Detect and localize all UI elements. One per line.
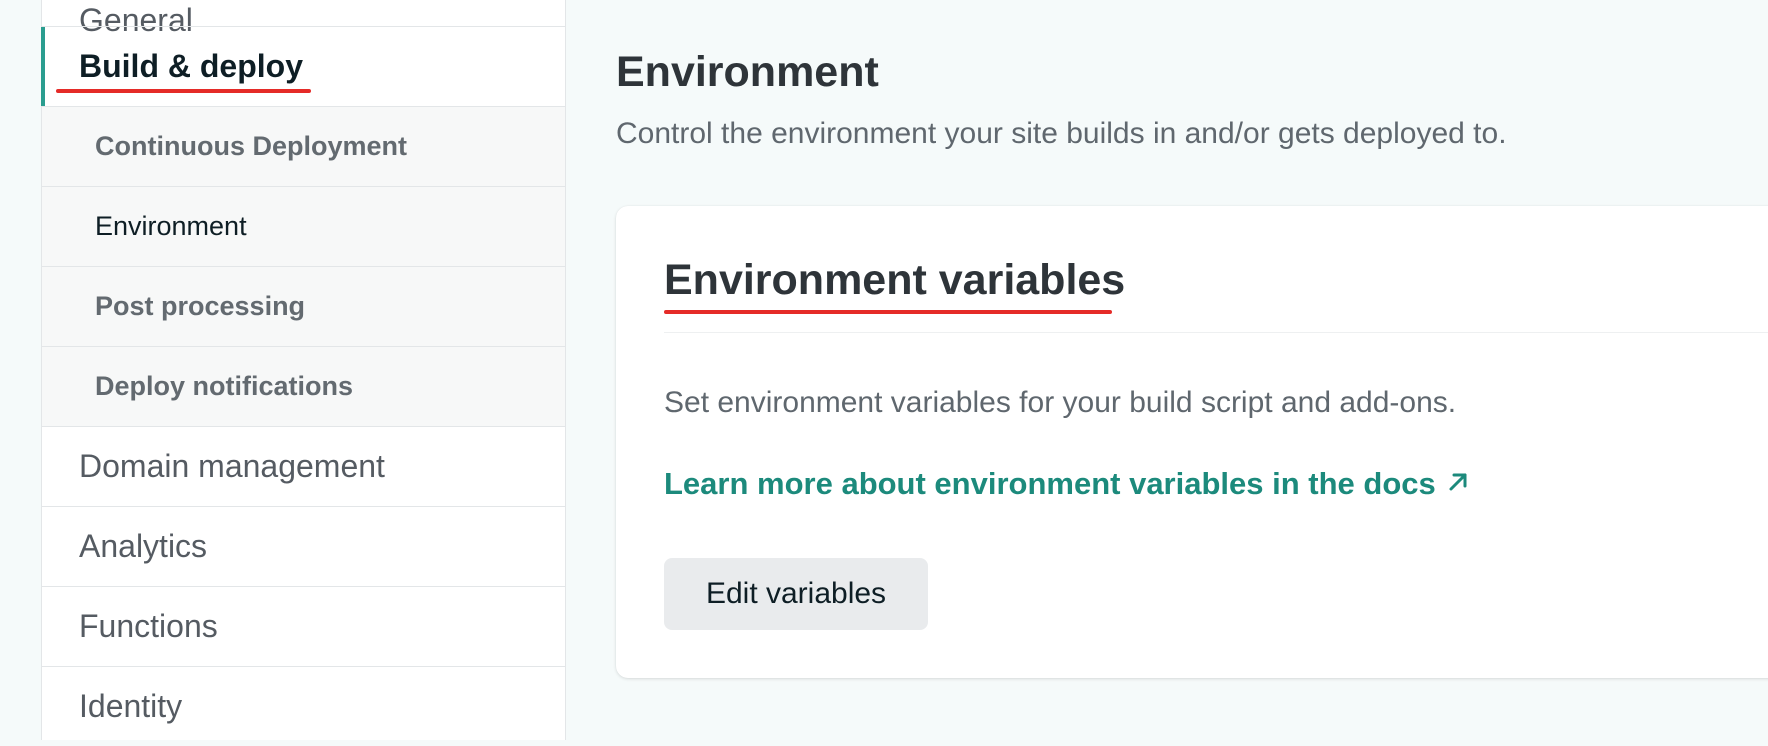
sidebar-nav: General Build & deploy Continuous Deploy… (41, 0, 566, 740)
card-divider (664, 332, 1768, 333)
sidebar-item-label: Environment (95, 211, 247, 241)
sidebar-item-identity[interactable]: Identity (42, 666, 565, 746)
sidebar-item-build-deploy[interactable]: Build & deploy (41, 26, 565, 106)
page-title: Environment (616, 48, 879, 96)
sidebar-item-analytics[interactable]: Analytics (42, 506, 565, 586)
edit-variables-button[interactable]: Edit variables (664, 558, 928, 630)
sidebar-item-label: Deploy notifications (95, 371, 354, 401)
sidebar-item-domain-management[interactable]: Domain management (42, 426, 565, 506)
annotation-underline (56, 89, 311, 93)
card-title: Environment variables (664, 256, 1126, 304)
sidebar-item-functions[interactable]: Functions (42, 586, 565, 666)
page-subtitle: Control the environment your site builds… (616, 117, 1507, 150)
docs-link[interactable]: Learn more about environment variables i… (664, 466, 1470, 502)
sidebar-item-label: Identity (79, 688, 183, 724)
sidebar-item-label: Functions (79, 608, 218, 644)
annotation-underline (664, 310, 1112, 314)
sidebar-subitem-post-processing[interactable]: Post processing (42, 266, 565, 346)
sidebar-subitem-environment[interactable]: Environment (42, 186, 565, 266)
sidebar-item-label: Analytics (79, 528, 208, 564)
sidebar-item-label: Post processing (95, 291, 306, 321)
external-arrow-icon (1446, 466, 1470, 502)
sidebar-subitem-deploy-notifications[interactable]: Deploy notifications (42, 346, 565, 426)
environment-variables-card: Environment variables Set environment va… (616, 206, 1768, 678)
card-description: Set environment variables for your build… (664, 386, 1457, 419)
sidebar-item-label: Continuous Deployment (95, 131, 407, 161)
sidebar-item-label: Domain management (79, 448, 385, 484)
sidebar-subitem-continuous-deployment[interactable]: Continuous Deployment (42, 106, 565, 186)
sidebar-item-label: Build & deploy (79, 48, 303, 84)
docs-link-label: Learn more about environment variables i… (664, 466, 1436, 501)
